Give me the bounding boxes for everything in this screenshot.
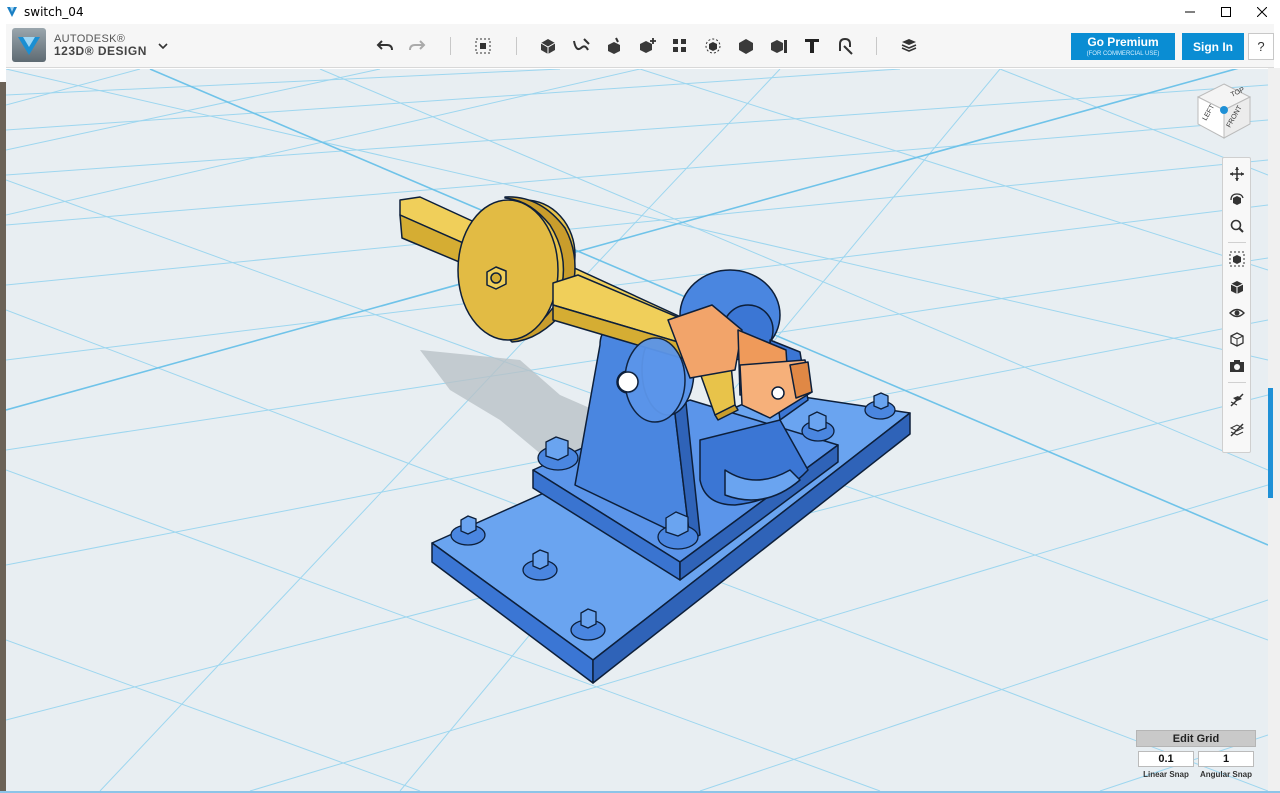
close-icon[interactable] — [1244, 0, 1280, 24]
measure-icon[interactable] — [766, 33, 792, 59]
app-logo-icon — [0, 0, 24, 24]
camera-icon[interactable] — [1227, 356, 1247, 376]
linear-snap-field[interactable]: 0.1 — [1138, 751, 1194, 767]
snap-icon[interactable] — [832, 33, 858, 59]
go-premium-button[interactable]: Go Premium (FOR COMMERCIAL USE) — [1071, 33, 1175, 60]
navigation-bar — [1222, 157, 1251, 453]
perspective-icon[interactable] — [1227, 277, 1247, 297]
edit-grid-button[interactable]: Edit Grid — [1136, 730, 1256, 747]
scrollbar-strip — [1268, 68, 1280, 793]
grouping-icon[interactable] — [700, 33, 726, 59]
3d-viewport[interactable] — [6, 69, 1268, 791]
brand-product: 123D® DESIGN — [54, 44, 147, 58]
fit-icon[interactable] — [1227, 249, 1247, 269]
window-titlebar: switch_04 — [0, 0, 1280, 24]
sketch-icon[interactable] — [568, 33, 594, 59]
linear-snap-label: Linear Snap — [1143, 770, 1189, 779]
snap-grid-icon[interactable] — [1227, 390, 1247, 410]
sign-in-button[interactable]: Sign In — [1182, 33, 1244, 60]
chevron-down-icon[interactable] — [154, 37, 172, 55]
go-premium-label: Go Premium — [1087, 35, 1159, 49]
main-toolbar: AUTODESK® 123D® DESIGN Go Premium (FOR C… — [6, 24, 1274, 68]
app-window: switch_04 AUTODESK® 123D® DESIGN Go Prem… — [0, 0, 1280, 793]
view-cube[interactable]: TOP LEFT FRONT — [1192, 80, 1256, 144]
orbit-icon[interactable] — [1227, 190, 1247, 210]
grid-panel: Edit Grid 0.1 1 Linear Snap Angular Snap — [1136, 730, 1256, 782]
hide-grid-icon[interactable] — [1227, 420, 1247, 440]
autodesk-logo-icon — [12, 28, 46, 62]
window-title: switch_04 — [24, 5, 84, 19]
material-icon[interactable] — [896, 33, 922, 59]
materials-outlines-icon[interactable] — [1227, 329, 1247, 349]
visibility-icon[interactable] — [1227, 303, 1247, 323]
maximize-icon[interactable] — [1208, 0, 1244, 24]
combine-icon[interactable] — [733, 33, 759, 59]
construct-icon[interactable] — [601, 33, 627, 59]
zoom-icon[interactable] — [1227, 216, 1247, 236]
minimize-icon[interactable] — [1172, 0, 1208, 24]
text-icon[interactable] — [799, 33, 825, 59]
pattern-icon[interactable] — [667, 33, 693, 59]
angular-snap-field[interactable]: 1 — [1198, 751, 1254, 767]
redo-icon[interactable] — [404, 33, 430, 59]
go-premium-sublabel: (FOR COMMERCIAL USE) — [1086, 51, 1160, 57]
undo-icon[interactable] — [372, 33, 398, 59]
help-button[interactable]: ? — [1248, 33, 1274, 60]
transform-icon[interactable] — [470, 33, 496, 59]
pan-icon[interactable] — [1227, 164, 1247, 184]
modify-icon[interactable] — [634, 33, 660, 59]
angular-snap-label: Angular Snap — [1199, 770, 1252, 779]
scene-canvas — [6, 69, 1268, 791]
brand[interactable]: AUTODESK® 123D® DESIGN — [12, 28, 147, 62]
primitives-icon[interactable] — [535, 33, 561, 59]
